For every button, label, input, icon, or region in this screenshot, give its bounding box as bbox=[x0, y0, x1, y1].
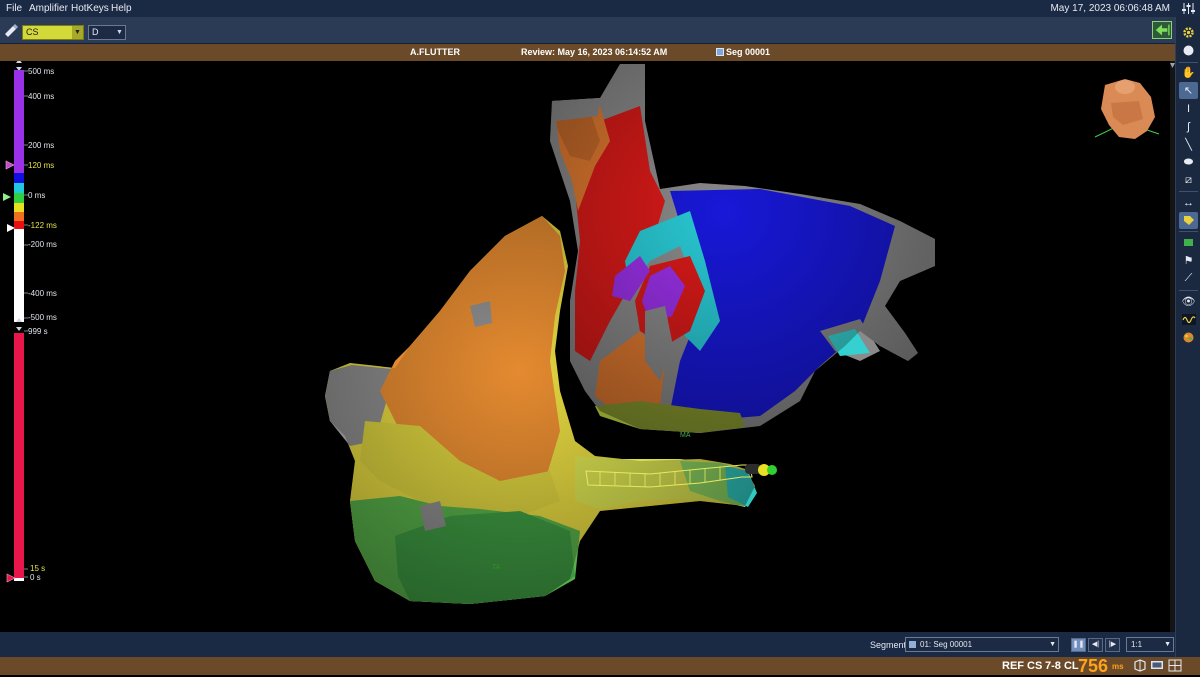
tag-tool-icon[interactable] bbox=[1179, 212, 1198, 229]
playback-bar: Segment 01: Seg 00001 ▼ ❚❚ ◀| |▶ 1:1 ▼ bbox=[0, 632, 1175, 657]
menu-amplifier[interactable]: Amplifier bbox=[29, 3, 68, 14]
step-back-button[interactable]: ◀| bbox=[1088, 638, 1103, 652]
upper-threshold-marker bbox=[5, 160, 15, 170]
cycle-length-value: 756 bbox=[1078, 656, 1109, 676]
left-atrium-shell: MA bbox=[550, 64, 935, 439]
panel-divider bbox=[1179, 62, 1198, 63]
catheter-tool-icon[interactable] bbox=[3, 22, 19, 38]
segment-select-value: 01: Seg 00001 bbox=[920, 640, 973, 649]
panel-divider bbox=[1179, 290, 1198, 291]
map-label-ma: MA bbox=[680, 432, 691, 439]
lat-color-scale: 500 ms 400 ms 200 ms 120 ms 0 ms -122 ms… bbox=[0, 61, 80, 601]
status-bar: REF CS 7-8 CL 756 ms bbox=[0, 656, 1200, 676]
eye-icon[interactable]: 👁 bbox=[1179, 293, 1198, 310]
scale-tick-lower: -122 ms bbox=[28, 221, 57, 230]
segment-icon bbox=[716, 48, 724, 56]
menu-bar: File Amplifier HotKeys Help May 17, 2023… bbox=[0, 0, 1200, 17]
document-icon bbox=[909, 641, 916, 648]
scale-tick-upper: 120 ms bbox=[28, 161, 55, 170]
cycle-length-label: 7-8 CL bbox=[1045, 660, 1079, 672]
speed-select-value: 1:1 bbox=[1131, 640, 1143, 649]
grid-layout-icon[interactable] bbox=[1168, 659, 1182, 672]
scale-tick-neg200: -200 ms bbox=[28, 240, 57, 249]
map-name: A.FLUTTER bbox=[410, 47, 460, 57]
time-tick-zero: 0 s bbox=[30, 573, 41, 582]
time-tick-max: 999 s bbox=[28, 327, 48, 336]
map-info-bar: A.FLUTTER Review: May 16, 2023 06:14:52 … bbox=[0, 44, 1175, 61]
ellipse-tool-icon[interactable]: ⬬ bbox=[1179, 154, 1198, 171]
chevron-down-icon: ▼ bbox=[1164, 641, 1171, 648]
cycle-length-unit: ms bbox=[1112, 662, 1124, 671]
monitor-icon[interactable] bbox=[1150, 659, 1164, 672]
chevron-down-icon: ▼ bbox=[116, 29, 123, 36]
step-forward-button[interactable]: |▶ bbox=[1105, 638, 1120, 652]
orientation-torso-icon[interactable] bbox=[1094, 79, 1160, 139]
map-palette-icon[interactable] bbox=[1179, 329, 1198, 346]
select-pointer-icon[interactable]: ↖ bbox=[1179, 82, 1198, 99]
chevron-down-icon: ▼ bbox=[72, 26, 83, 39]
network-icon[interactable] bbox=[1133, 659, 1147, 672]
channel-select[interactable]: D ▼ bbox=[88, 25, 126, 40]
panel-divider bbox=[1179, 191, 1198, 192]
catheter-select[interactable]: CS ▼ bbox=[22, 25, 84, 40]
segment-name: Seg 00001 bbox=[726, 47, 771, 57]
scale-tick-neg500: -500 ms bbox=[28, 313, 57, 322]
signal-wave-icon[interactable] bbox=[1179, 311, 1198, 328]
flag-tool-icon[interactable]: ⚑ bbox=[1179, 252, 1198, 269]
channel-select-value: D bbox=[92, 27, 99, 37]
right-tool-panel: ✋ ↖ I ʃ ╲ ⬬ ⧄ ↔ ⚑ ⟋ 👁 bbox=[1175, 17, 1200, 657]
timeline-marker bbox=[6, 573, 16, 583]
segment-select[interactable]: 01: Seg 00001 ▼ bbox=[905, 637, 1059, 652]
sphere-icon[interactable] bbox=[1179, 42, 1198, 59]
lower-threshold-marker bbox=[7, 224, 15, 232]
catheter-select-value: CS bbox=[26, 27, 39, 37]
pause-button[interactable]: ❚❚ bbox=[1071, 638, 1086, 652]
cut-tool-icon[interactable]: ⧄ bbox=[1179, 172, 1198, 189]
segment-indicator: Seg 00001 bbox=[716, 47, 770, 57]
review-timestamp: Review: May 16, 2023 06:14:52 AM bbox=[521, 47, 668, 57]
line-tool-icon[interactable]: ╲ bbox=[1179, 136, 1198, 153]
scale-tick-neg400: -400 ms bbox=[28, 289, 57, 298]
catheter-probe-icon[interactable]: ⟋ bbox=[1179, 270, 1198, 287]
reference-marker bbox=[3, 193, 11, 201]
settings-gear-icon[interactable] bbox=[1179, 24, 1198, 41]
text-cursor-icon[interactable]: I bbox=[1179, 100, 1198, 117]
measure-icon[interactable]: ↔ bbox=[1179, 194, 1198, 211]
scale-tick-zero: 0 ms bbox=[28, 191, 46, 200]
time-tick-current: 15 s bbox=[30, 564, 46, 573]
scale-tick-500: 500 ms bbox=[28, 67, 55, 76]
panel-divider bbox=[1179, 231, 1198, 232]
electroanatomic-map[interactable]: MA TA bbox=[0, 61, 1175, 632]
map-label-ta: TA bbox=[492, 564, 501, 571]
chevron-down-icon: ▼ bbox=[1049, 641, 1056, 648]
scale-tick-200: 200 ms bbox=[28, 141, 55, 150]
reference-catheter-label: REF CS bbox=[1002, 660, 1043, 672]
system-datetime: May 17, 2023 06:06:48 AM bbox=[1050, 3, 1170, 14]
scale-tick-400: 400 ms bbox=[28, 92, 55, 101]
menu-help[interactable]: Help bbox=[111, 3, 132, 14]
catheter-toolbar: CS ▼ D ▼ bbox=[0, 17, 1175, 44]
map-viewport[interactable]: MA TA bbox=[0, 61, 1175, 632]
segment-label: Segment bbox=[870, 640, 907, 650]
curve-tool-icon[interactable]: ʃ bbox=[1179, 118, 1198, 135]
sliders-icon[interactable] bbox=[1181, 1, 1196, 16]
back-arrow-button[interactable] bbox=[1152, 21, 1172, 39]
green-tag-icon[interactable] bbox=[1179, 234, 1198, 251]
pan-hand-icon[interactable]: ✋ bbox=[1179, 64, 1198, 81]
playback-speed-select[interactable]: 1:1 ▼ bbox=[1126, 637, 1174, 652]
menu-file[interactable]: File bbox=[6, 3, 22, 14]
menu-hotkeys[interactable]: HotKeys bbox=[71, 3, 109, 14]
